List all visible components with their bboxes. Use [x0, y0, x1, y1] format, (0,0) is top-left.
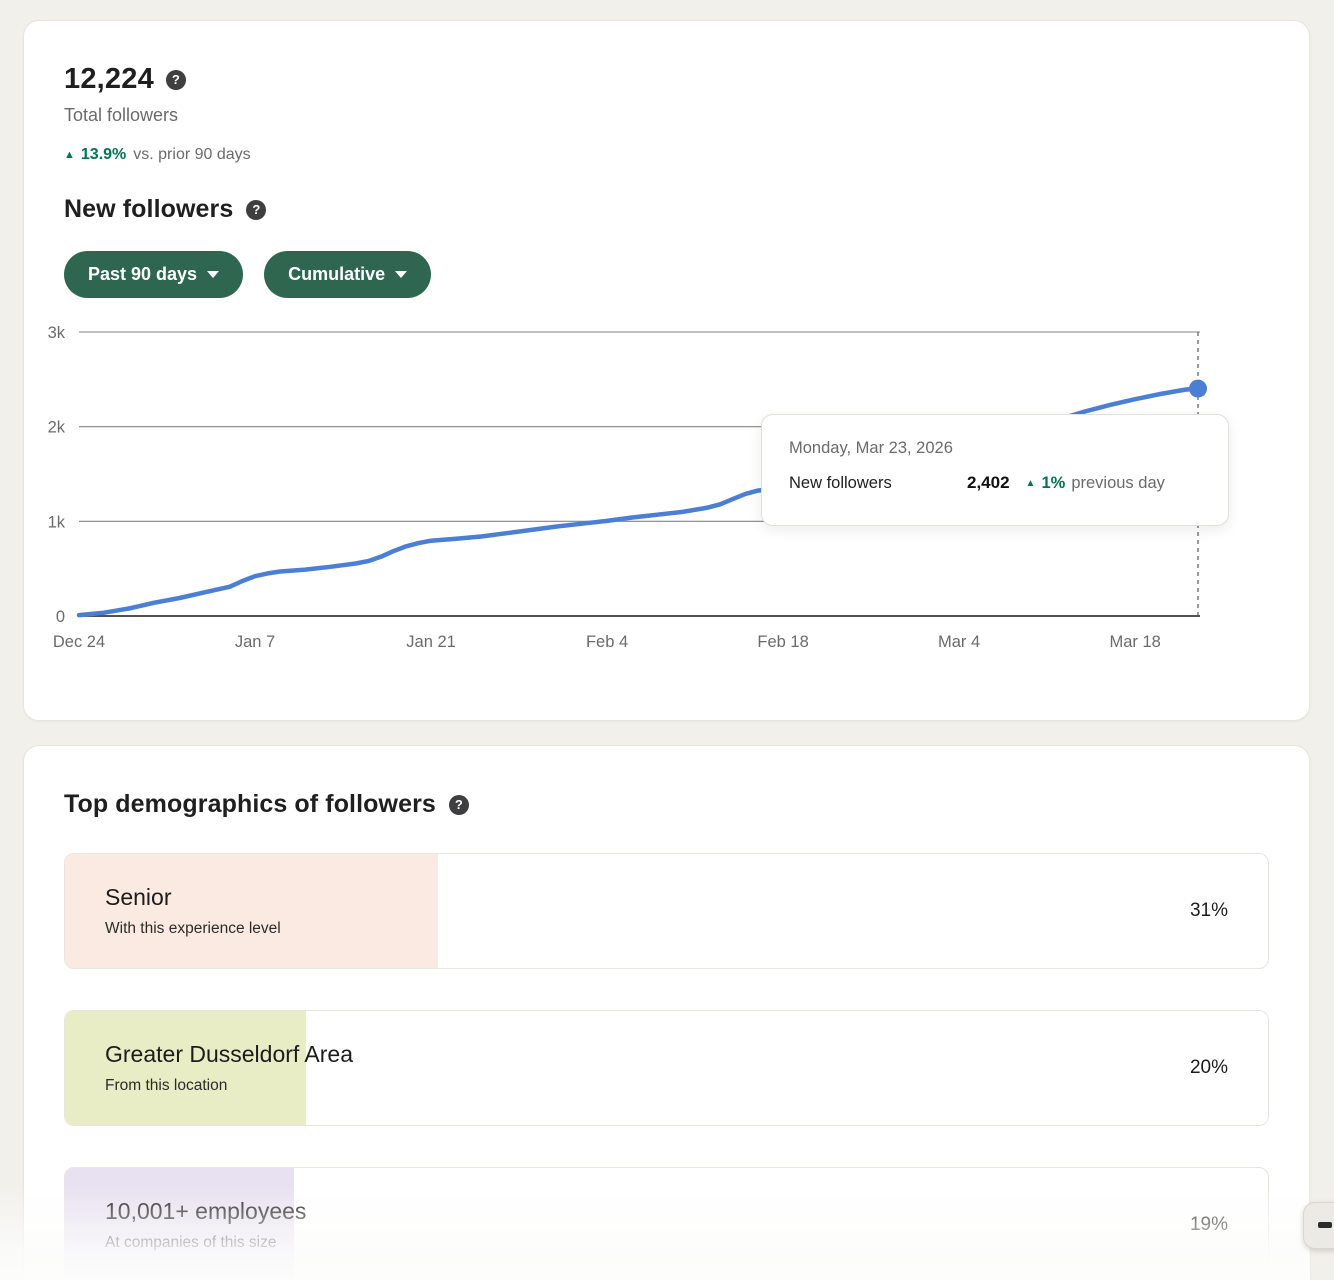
followers-trend: 13.9% vs. prior 90 days [64, 146, 1269, 164]
help-icon[interactable] [449, 795, 469, 815]
demographics-list: Senior With this experience level 31% Gr… [64, 853, 1269, 1280]
time-range-dropdown[interactable]: Past 90 days [64, 251, 243, 298]
svg-text:3k: 3k [48, 324, 66, 342]
tooltip-series-label: New followers [789, 474, 967, 493]
new-followers-heading: New followers [64, 195, 233, 224]
trend-value: 13.9% [81, 146, 126, 164]
tooltip-change-suffix: previous day [1071, 474, 1165, 493]
tooltip-date: Monday, Mar 23, 2026 [789, 439, 1201, 458]
demographic-row-company-size: 10,001+ employees At companies of this s… [64, 1167, 1269, 1280]
demographic-percent: 19% [1190, 1214, 1228, 1236]
total-followers-label: Total followers [64, 105, 1269, 126]
demographic-row-experience: Senior With this experience level 31% [64, 853, 1269, 969]
demographic-subtitle: From this location [105, 1077, 1268, 1095]
demographic-title: Greater Dusseldorf Area [105, 1041, 1268, 1068]
svg-text:Dec 24: Dec 24 [53, 633, 105, 651]
svg-text:0: 0 [56, 608, 65, 626]
help-icon[interactable] [246, 200, 266, 220]
trend-up-icon [1026, 478, 1036, 489]
svg-text:Feb 4: Feb 4 [586, 633, 628, 651]
fab-glyph-icon [1318, 1222, 1332, 1228]
tooltip-value: 2,402 [967, 473, 1010, 493]
trend-comparison-label: vs. prior 90 days [133, 146, 250, 164]
top-demographics-card: Top demographics of followers Senior Wit… [23, 745, 1310, 1280]
demographic-percent: 31% [1190, 900, 1228, 922]
demographic-title: 10,001+ employees [105, 1198, 1268, 1225]
new-followers-chart-area: 3k 2k 1k 0 Dec 24 Jan 7 Jan 21 Feb 4 Feb 18 Mar 4… [24, 324, 1291, 659]
svg-text:Mar 4: Mar 4 [938, 633, 980, 651]
chart-filters: Past 90 days Cumulative [64, 251, 1269, 298]
floating-action-button[interactable] [1303, 1202, 1334, 1249]
aggregation-label: Cumulative [288, 264, 385, 285]
svg-text:1k: 1k [48, 513, 66, 531]
demographic-title: Senior [105, 884, 1268, 911]
trend-up-icon [64, 149, 75, 161]
chart-tooltip: Monday, Mar 23, 2026 New followers 2,402… [761, 414, 1229, 526]
svg-text:Jan 7: Jan 7 [235, 633, 275, 651]
demographic-subtitle: At companies of this size [105, 1234, 1268, 1252]
svg-text:2k: 2k [48, 419, 66, 437]
demographic-subtitle: With this experience level [105, 920, 1268, 938]
svg-text:Feb 18: Feb 18 [757, 633, 808, 651]
chevron-down-icon [395, 271, 407, 278]
chevron-down-icon [207, 271, 219, 278]
total-followers-value: 12,224 [64, 63, 154, 96]
demographic-percent: 20% [1190, 1057, 1228, 1079]
followers-overview-card: 12,224 Total followers 13.9% vs. prior 9… [23, 20, 1310, 721]
tooltip-change: 1% [1041, 474, 1065, 493]
help-icon[interactable] [166, 70, 186, 90]
svg-text:Jan 21: Jan 21 [406, 633, 456, 651]
time-range-label: Past 90 days [88, 264, 197, 285]
demographic-row-location: Greater Dusseldorf Area From this locati… [64, 1010, 1269, 1126]
svg-text:Mar 18: Mar 18 [1109, 633, 1160, 651]
demographics-heading: Top demographics of followers [64, 790, 436, 819]
aggregation-dropdown[interactable]: Cumulative [264, 251, 431, 298]
